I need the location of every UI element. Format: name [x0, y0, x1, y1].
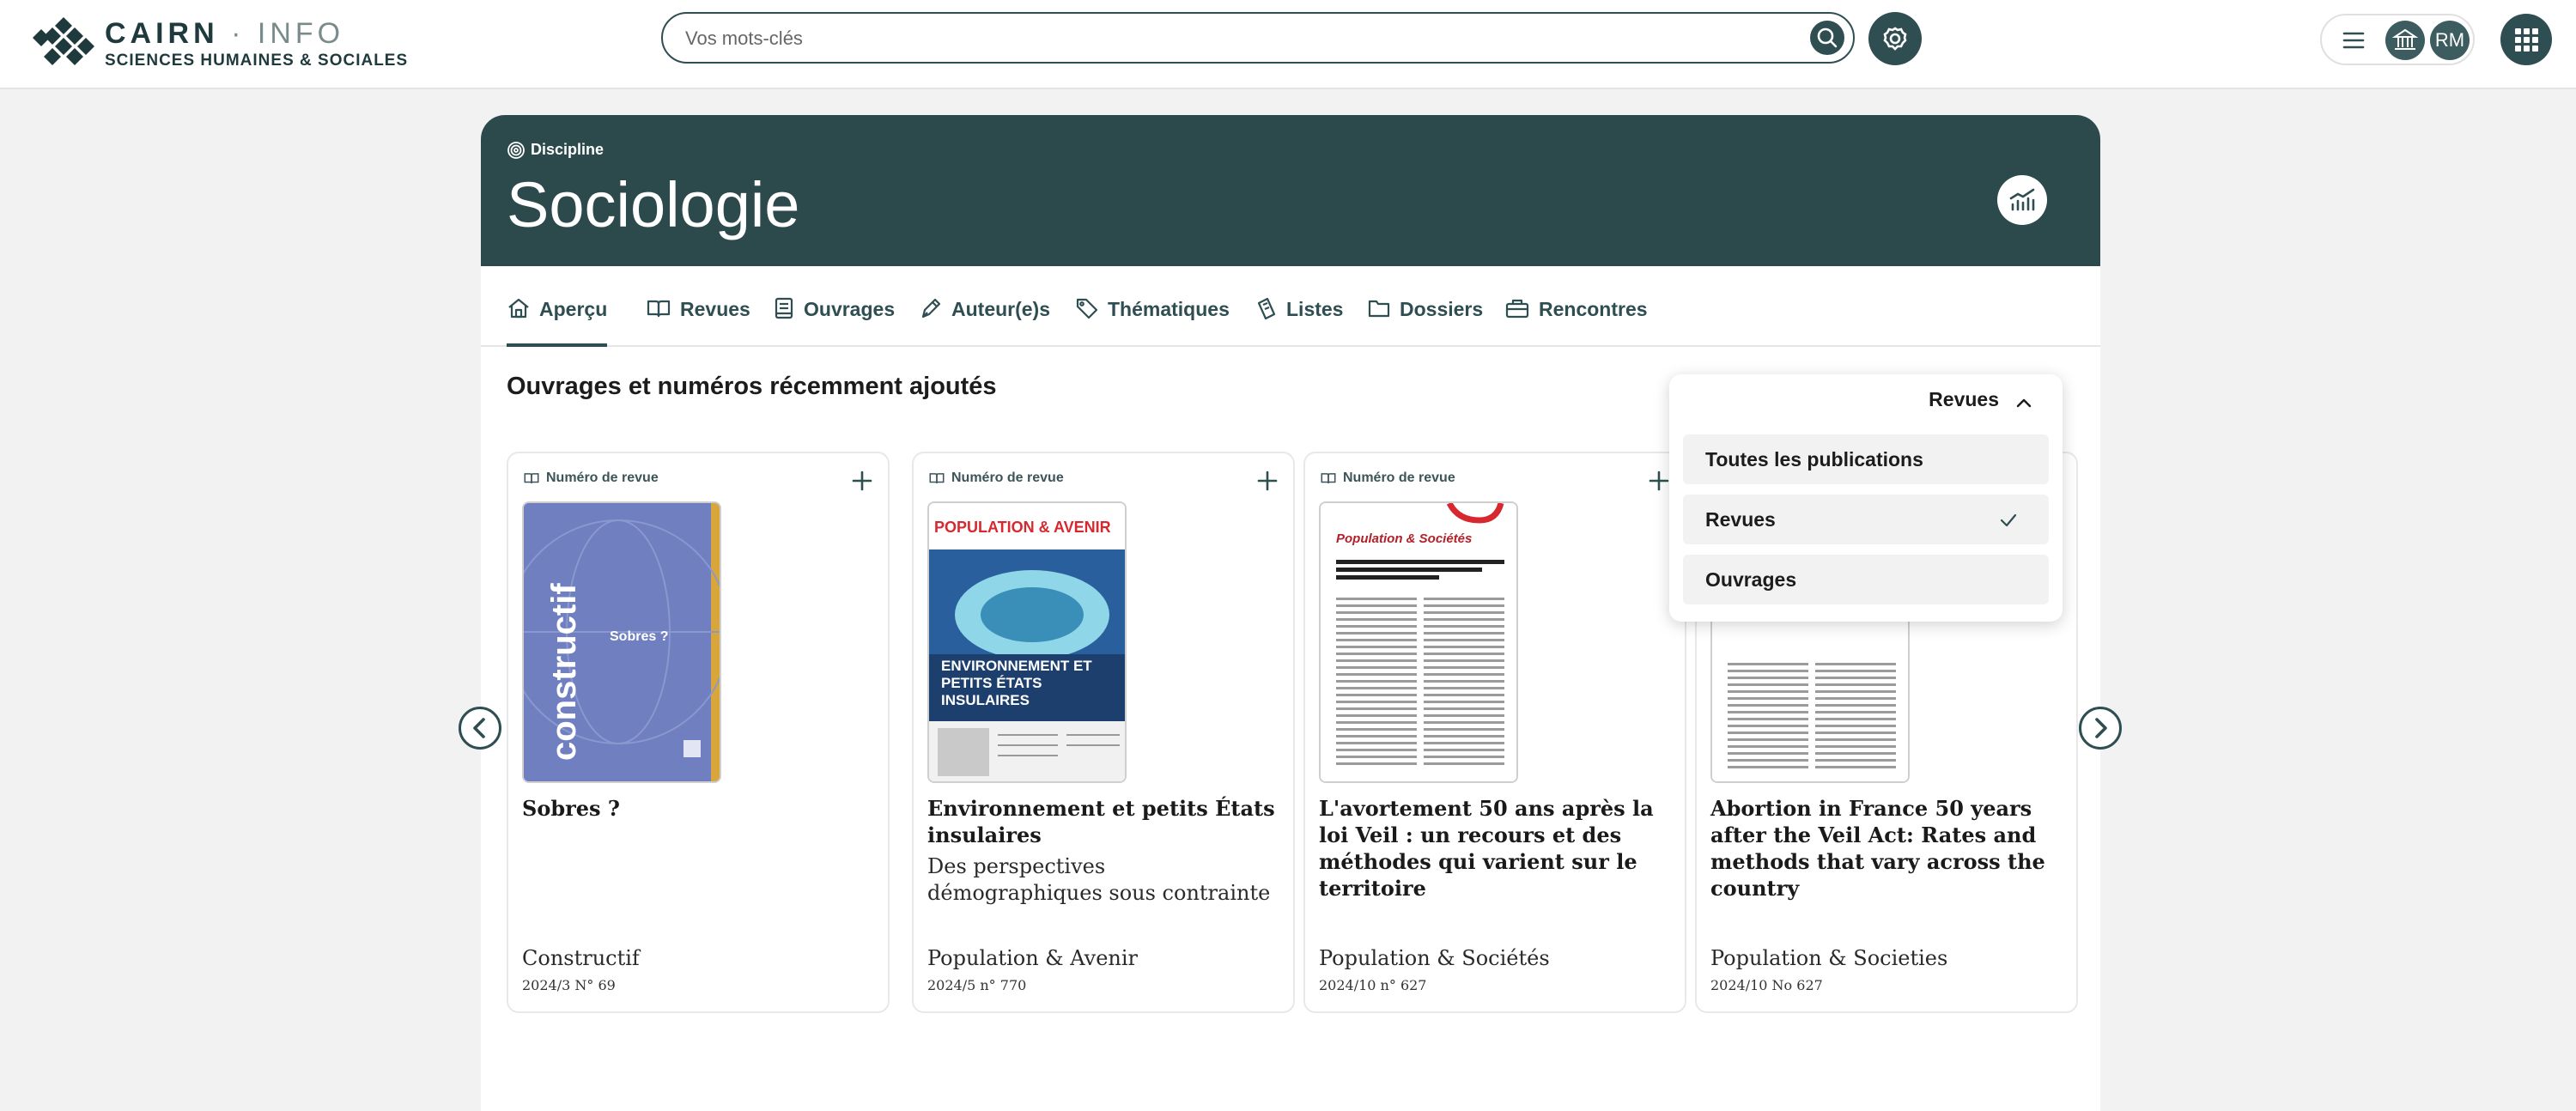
tab-dossiers[interactable]: Dossiers — [1367, 266, 1483, 345]
search-button[interactable] — [1810, 21, 1844, 55]
card-type: Numéro de revue — [927, 471, 1064, 486]
card-title[interactable]: Environnement et petits États insulaires — [927, 795, 1279, 848]
filter-selected-value[interactable]: Revues — [1929, 388, 1999, 411]
add-to-list-icon[interactable] — [850, 469, 874, 493]
carousel-next-button[interactable] — [2079, 707, 2122, 750]
card-issue: 2024/5 n° 770 — [927, 977, 1027, 993]
card-issue: 2024/10 No 627 — [1710, 977, 1823, 993]
institution-button[interactable] — [2385, 21, 2425, 60]
logo-subtitle: SCIENCES HUMAINES & SOCIALES — [105, 52, 409, 70]
user-avatar[interactable]: RM — [2430, 21, 2470, 60]
card-cover[interactable]: Population & Sociétés — [1319, 501, 1518, 783]
population-societes-cover-art: Population & Sociétés — [1321, 503, 1516, 781]
user-menu: RM — [2320, 14, 2475, 65]
publication-filter-dropdown: Revues Toutes les publications Revues Ou… — [1669, 374, 2063, 622]
institution-icon — [2391, 28, 2419, 50]
tab-revues[interactable]: Revues — [646, 266, 750, 345]
chevron-right-icon — [2095, 718, 2107, 738]
hero-kicker: Discipline — [507, 141, 604, 160]
folder-icon — [1368, 300, 1390, 318]
chevron-left-icon — [473, 718, 485, 738]
discipline-tabs: Aperçu Revues Ouvrages Auteur(e)s Thémat… — [481, 266, 2100, 347]
cover-brand: Population & Sociétés — [1336, 531, 1472, 546]
publication-card[interactable]: Numéro de revue Population & Sociétés L'… — [1303, 452, 1686, 1013]
card-cover[interactable]: POPULATION & AVENIR ENVIRONNEMENT ET PET… — [927, 501, 1127, 783]
tab-listes[interactable]: Listes — [1255, 266, 1343, 345]
pen-icon — [921, 298, 941, 319]
search-bar — [661, 12, 1855, 64]
open-book-icon — [1321, 473, 1336, 483]
discipline-hero: Discipline Sociologie — [481, 115, 2100, 266]
book-icon — [775, 297, 793, 319]
card-type: Numéro de revue — [522, 471, 659, 486]
tab-ouvrages[interactable]: Ouvrages — [773, 266, 895, 345]
logo-title: CAIRN · INFO — [105, 17, 345, 50]
apps-grid-icon — [2515, 28, 2538, 52]
gear-icon — [1883, 27, 1907, 51]
card-journal[interactable]: Population & Societies — [1710, 946, 1947, 970]
checkmark-icon — [2000, 513, 2017, 527]
publication-card[interactable]: Numéro de revue Sobres ? constructif Sob… — [507, 452, 890, 1013]
card-issue: 2024/10 n° 627 — [1319, 977, 1427, 993]
cairn-logo[interactable]: CAIRN · INFO SCIENCES HUMAINES & SOCIALE… — [29, 15, 407, 70]
page-title: Sociologie — [507, 169, 800, 240]
tab-rencontres[interactable]: Rencontres — [1504, 266, 1648, 345]
search-icon — [1817, 27, 1838, 48]
carousel-prev-button[interactable] — [459, 707, 501, 750]
cover-brand: constructif — [545, 583, 583, 761]
card-journal[interactable]: Constructif — [522, 946, 640, 970]
constructif-cover-art: Sobres ? constructif — [524, 503, 720, 781]
open-book-icon — [524, 473, 539, 483]
cairn-logo-mark-icon — [33, 17, 94, 65]
card-cover[interactable]: Sobres ? constructif — [522, 501, 721, 783]
tag-icon — [1076, 298, 1098, 319]
filter-option-ouvrages[interactable]: Ouvrages — [1683, 555, 2049, 604]
target-icon — [507, 142, 525, 160]
filter-option-toutes[interactable]: Toutes les publications — [1683, 434, 2049, 484]
tab-auteurs[interactable]: Auteur(e)s — [919, 266, 1050, 345]
home-icon — [508, 298, 529, 319]
cover-text: Sobres ? — [610, 629, 668, 644]
add-to-list-icon[interactable] — [1647, 469, 1671, 493]
hamburger-menu-icon[interactable] — [2341, 27, 2366, 53]
open-book-icon — [929, 473, 945, 483]
publication-card[interactable]: Numéro de revue POPULATION & AVENIR ENVI… — [912, 452, 1295, 1013]
card-issue: 2024/3 N° 69 — [522, 977, 616, 993]
population-avenir-cover-art: POPULATION & AVENIR ENVIRONNEMENT ET PET… — [929, 503, 1125, 781]
list-icon — [1257, 297, 1276, 320]
open-book-icon — [647, 300, 671, 318]
meeting-icon — [1505, 299, 1529, 319]
card-type: Numéro de revue — [1319, 471, 1455, 486]
search-input[interactable] — [683, 14, 1769, 64]
tab-thematiques[interactable]: Thématiques — [1075, 266, 1230, 345]
search-settings-button[interactable] — [1868, 12, 1922, 65]
apps-button[interactable] — [2500, 14, 2552, 65]
filter-option-revues[interactable]: Revues — [1683, 495, 2049, 544]
cover-text: ENVIRONNEMENT ET PETITS ÉTATS INSULAIRES — [941, 658, 1092, 708]
statistics-button[interactable] — [1997, 175, 2047, 225]
top-bar: CAIRN · INFO SCIENCES HUMAINES & SOCIALE… — [0, 0, 2576, 89]
chevron-up-icon[interactable] — [2014, 393, 2033, 412]
chart-trend-icon — [2009, 188, 2035, 211]
card-journal[interactable]: Population & Avenir — [927, 946, 1138, 970]
cover-brand: POPULATION & AVENIR — [934, 519, 1111, 536]
card-journal[interactable]: Population & Sociétés — [1319, 946, 1550, 970]
card-title[interactable]: L'avortement 50 ans après la loi Veil : … — [1319, 795, 1671, 902]
section-title: Ouvrages et numéros récemment ajoutés — [507, 373, 997, 400]
add-to-list-icon[interactable] — [1255, 469, 1279, 493]
card-subtitle: Des perspectives démographiques sous con… — [927, 854, 1271, 905]
card-title[interactable]: Sobres ? — [522, 795, 874, 822]
tab-apercu[interactable]: Aperçu — [507, 266, 608, 347]
card-title[interactable]: Abortion in France 50 years after the Ve… — [1710, 795, 2063, 902]
